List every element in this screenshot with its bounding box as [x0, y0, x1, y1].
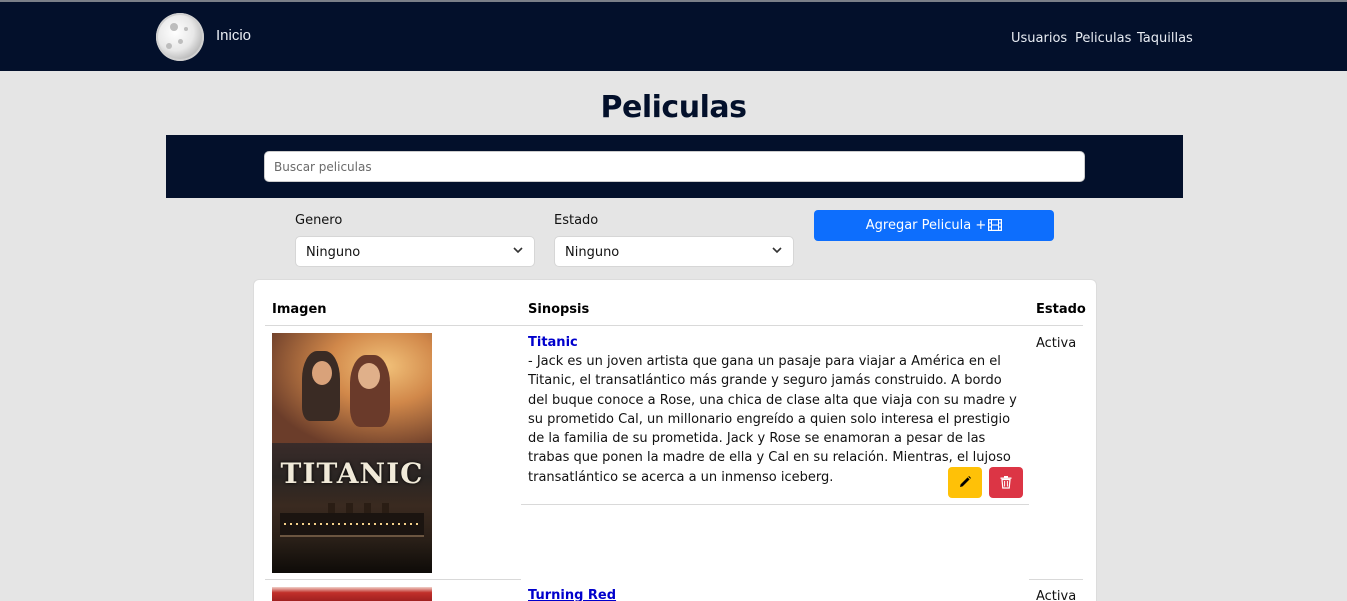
film-icon [988, 219, 1003, 231]
page-title: Peliculas [600, 90, 747, 125]
row-divider [1029, 579, 1083, 580]
column-header-sinopsis: Sinopsis [528, 302, 590, 317]
movie-title-link[interactable]: Titanic [528, 335, 578, 350]
poster-title-text: TITANIC [280, 457, 424, 490]
row-divider [265, 579, 521, 580]
trash-icon [1000, 476, 1012, 489]
column-header-imagen: Imagen [272, 302, 327, 317]
synopsis-divider [521, 504, 1029, 505]
movie-title-link[interactable]: Turning Red [528, 588, 616, 601]
estado-select[interactable]: Ninguno [554, 236, 794, 267]
add-movie-button-label: Agregar Pelicula + [865, 218, 987, 233]
movie-poster-image: TITANIC [272, 333, 432, 573]
search-band [166, 135, 1183, 198]
column-header-estado: Estado [1036, 302, 1086, 317]
moon-logo-icon[interactable] [156, 13, 204, 61]
add-movie-button[interactable]: Agregar Pelicula + [814, 210, 1054, 241]
navbar: Inicio Usuarios Peliculas Taquillas [0, 0, 1347, 71]
search-input[interactable] [264, 151, 1085, 182]
movie-status: Activa [1036, 589, 1077, 601]
movie-status: Activa [1036, 336, 1077, 351]
chevron-down-icon [513, 247, 523, 254]
estado-select-value: Ninguno [565, 245, 620, 260]
genero-select-value: Ninguno [306, 245, 361, 260]
nav-link-peliculas[interactable]: Peliculas [1075, 31, 1131, 46]
pencil-icon [960, 476, 971, 487]
nav-link-taquillas[interactable]: Taquillas [1137, 31, 1193, 46]
estado-label: Estado [554, 213, 599, 228]
genero-select[interactable]: Ninguno [295, 236, 535, 267]
brand-link[interactable]: Inicio [216, 27, 251, 44]
chevron-down-icon [772, 247, 782, 254]
edit-button[interactable] [948, 467, 982, 498]
nav-link-usuarios[interactable]: Usuarios [1011, 31, 1067, 46]
movie-poster-image [272, 587, 432, 601]
delete-button[interactable] [989, 467, 1023, 498]
genero-label: Genero [295, 213, 343, 228]
header-divider [265, 325, 1083, 326]
